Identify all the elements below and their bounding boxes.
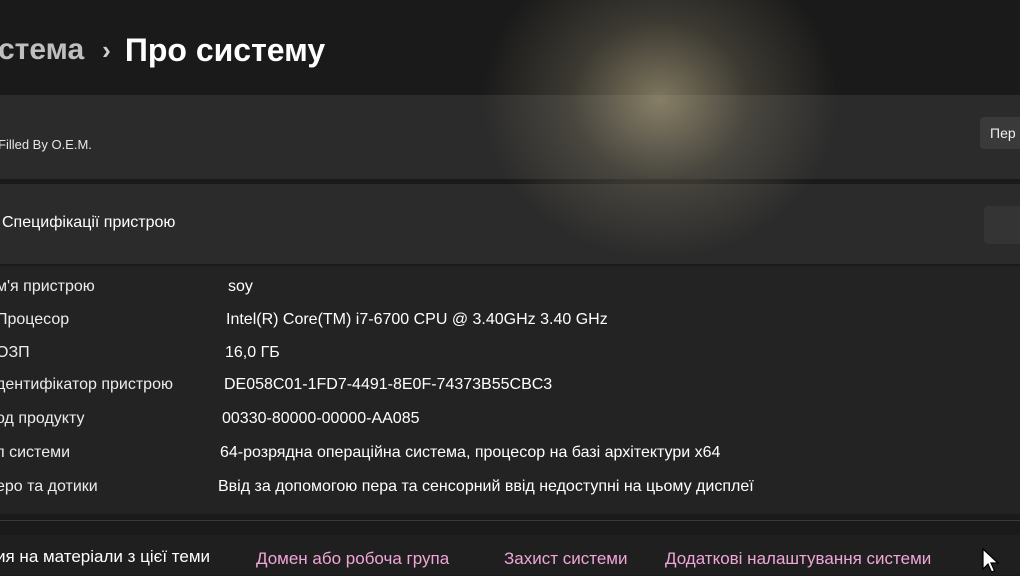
spec-row-ram: ОЗП 16,0 ГБ: [0, 340, 1020, 370]
spec-row-pen-touch: еро та дотики Ввід за допомогою пера та …: [0, 474, 1020, 504]
advanced-system-settings-link[interactable]: Додаткові налаштування системи: [665, 549, 931, 569]
device-card: Filled By O.E.M. Пер: [0, 95, 1020, 179]
spec-label: ОЗП: [0, 344, 30, 361]
breadcrumb: стема › Про систему: [0, 20, 325, 80]
mouse-pointer-icon: [982, 548, 1000, 573]
spec-label: од продукту: [0, 410, 85, 427]
page-title: Про систему: [124, 31, 326, 68]
specs-section-title: Специфікації пристрою: [2, 214, 176, 231]
spec-label: п системи: [0, 444, 71, 461]
spec-row-device-id: дентифікатор пристрою DE058C01-1FD7-4491…: [0, 372, 1020, 402]
chevron-right-icon: ›: [102, 34, 111, 65]
spec-value: Ввід за допомогою пера та сенсорний ввід…: [218, 478, 754, 495]
spec-value: soy: [228, 278, 253, 295]
spec-label: м'я пристрою: [0, 278, 95, 295]
copy-button[interactable]: [984, 206, 1020, 244]
spec-label: Процесор: [0, 311, 70, 328]
spec-row-device-name: м'я пристрою soy: [0, 274, 1020, 304]
related-links-label: ия на матеріали з цієї теми: [0, 547, 211, 566]
spec-value: 00330-80000-00000-AA085: [222, 410, 420, 427]
spec-label: дентифікатор пристрою: [0, 376, 173, 393]
divider: [0, 520, 1020, 521]
spec-row-processor: Процесор Intel(R) Core(TM) i7-6700 CPU @…: [0, 307, 1020, 337]
spec-row-system-type: п системи 64-розрядна операційна система…: [0, 440, 1020, 470]
spec-label: еро та дотики: [0, 478, 98, 495]
spec-value: DE058C01-1FD7-4491-8E0F-74373B55CBC3: [224, 376, 553, 393]
oem-label: Filled By O.E.M.: [0, 137, 92, 152]
rename-pc-button[interactable]: Пер: [980, 117, 1020, 149]
spec-row-product-id: од продукту 00330-80000-00000-AA085: [0, 406, 1020, 436]
device-specs-list: м'я пристрою soy Процесор Intel(R) Core(…: [0, 266, 1020, 514]
domain-workgroup-link[interactable]: Домен або робоча група: [256, 549, 449, 569]
spec-value: 64-розрядна операційна система, процесор…: [220, 444, 721, 461]
spec-value: Intel(R) Core(TM) i7-6700 CPU @ 3.40GHz …: [226, 311, 608, 328]
spec-value: 16,0 ГБ: [225, 344, 280, 361]
breadcrumb-parent[interactable]: стема: [0, 33, 84, 67]
device-specs-header[interactable]: Специфікації пристрою: [0, 184, 1020, 264]
system-protection-link[interactable]: Захист системи: [504, 549, 627, 569]
related-links-bar: ия на матеріали з цієї теми Домен або ро…: [0, 535, 1020, 575]
